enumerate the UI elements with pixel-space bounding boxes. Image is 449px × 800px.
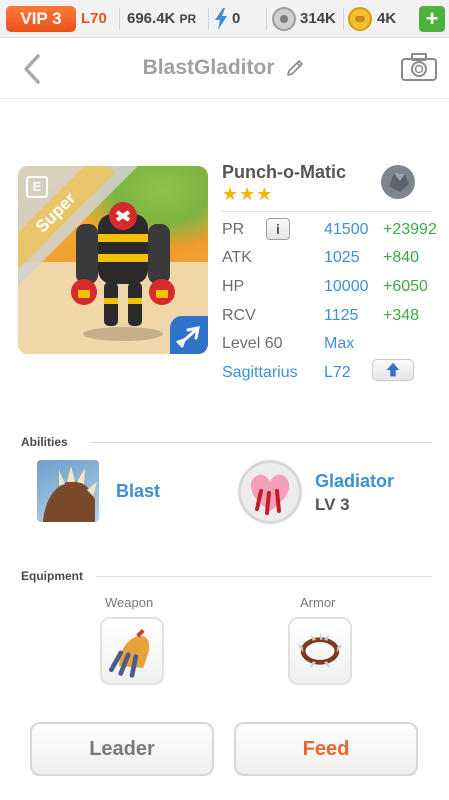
divider: [343, 8, 344, 30]
stat-label-pr: PR: [222, 221, 245, 238]
stat-label-atk: ATK: [222, 249, 252, 266]
armor-slot[interactable]: [288, 617, 352, 685]
stat-label-hp: HP: [222, 278, 245, 295]
power-rating: 696.4K PR: [127, 10, 196, 27]
lightning-icon: [215, 8, 227, 30]
level-value: Max: [324, 335, 355, 352]
divider: [208, 8, 209, 30]
gold-value: 4K: [377, 10, 397, 27]
add-currency-button[interactable]: +: [419, 6, 445, 32]
claw-icon: [43, 466, 97, 522]
ability-name-blast[interactable]: Blast: [116, 481, 160, 502]
leader-button[interactable]: Leader: [30, 722, 214, 776]
info-button[interactable]: i: [266, 218, 290, 240]
claw-weapon-icon: [109, 629, 150, 678]
stat-bonus-rcv: +348: [383, 307, 420, 324]
weapon-slot[interactable]: [100, 617, 164, 685]
page-title[interactable]: BlastGladitor: [143, 56, 275, 80]
monster-name: Punch-o-Matic: [222, 162, 346, 182]
robot-monster-icon: [71, 202, 175, 341]
status-bar: VIP 3 L70 696.4K PR 0 314K 4K +: [0, 0, 449, 38]
paw-coin-icon: [272, 7, 296, 31]
ability-level-gladiator: LV 3: [315, 495, 350, 514]
player-level: L70: [81, 10, 107, 27]
constellation-level: L72: [324, 364, 351, 381]
armor-label: Armor: [300, 595, 336, 610]
up-arrow-icon: [386, 362, 400, 377]
weapon-label: Weapon: [105, 595, 154, 610]
pencil-edit-icon[interactable]: [286, 56, 306, 76]
stats-divider: [222, 211, 432, 212]
gladiator-ability-icon[interactable]: [238, 460, 302, 524]
level-label: Level 60: [222, 335, 283, 352]
equipment-title: Equipment: [21, 569, 83, 583]
divider: [266, 8, 267, 30]
monster-portrait-card[interactable]: Super E: [18, 166, 208, 354]
spiked-collar-icon: [297, 632, 343, 668]
stat-value-rcv: 1125: [324, 307, 359, 324]
stat-value-pr: 41500: [324, 221, 369, 238]
page-title-row: BlastGladitor: [0, 56, 449, 80]
rock-element-icon: [381, 165, 415, 199]
divider: [119, 8, 120, 30]
plane-icon: [176, 326, 200, 348]
paw-value: 314K: [300, 10, 336, 27]
upgrade-button[interactable]: [372, 359, 414, 381]
evolve-icon[interactable]: E: [26, 176, 48, 198]
vip-badge[interactable]: VIP 3: [6, 6, 76, 32]
stat-value-hp: 10000: [324, 278, 369, 295]
camera-icon[interactable]: [400, 52, 438, 82]
energy-value: 0: [232, 10, 241, 27]
stat-label-rcv: RCV: [222, 307, 256, 324]
gold-coin-icon: [348, 7, 372, 31]
ability-name-gladiator[interactable]: Gladiator: [315, 471, 394, 492]
stat-value-atk: 1025: [324, 249, 360, 266]
feed-button[interactable]: Feed: [234, 722, 418, 776]
stat-bonus-atk: +840: [383, 249, 420, 266]
power-unit: PR: [179, 12, 197, 26]
heart-claw-icon: [250, 474, 290, 515]
power-value: 696.4K: [127, 10, 176, 27]
stat-bonus-pr: +23992: [383, 221, 437, 238]
star-rating: ★★★: [222, 184, 274, 204]
equipment-divider: [96, 576, 432, 577]
blast-ability-icon[interactable]: [37, 460, 99, 522]
constellation-link[interactable]: Sagittarius: [222, 364, 298, 382]
abilities-title: Abilities: [21, 435, 68, 449]
stat-bonus-hp: +6050: [383, 278, 428, 295]
type-badge: [170, 316, 208, 354]
abilities-divider: [90, 442, 432, 443]
header-divider: [0, 98, 449, 99]
